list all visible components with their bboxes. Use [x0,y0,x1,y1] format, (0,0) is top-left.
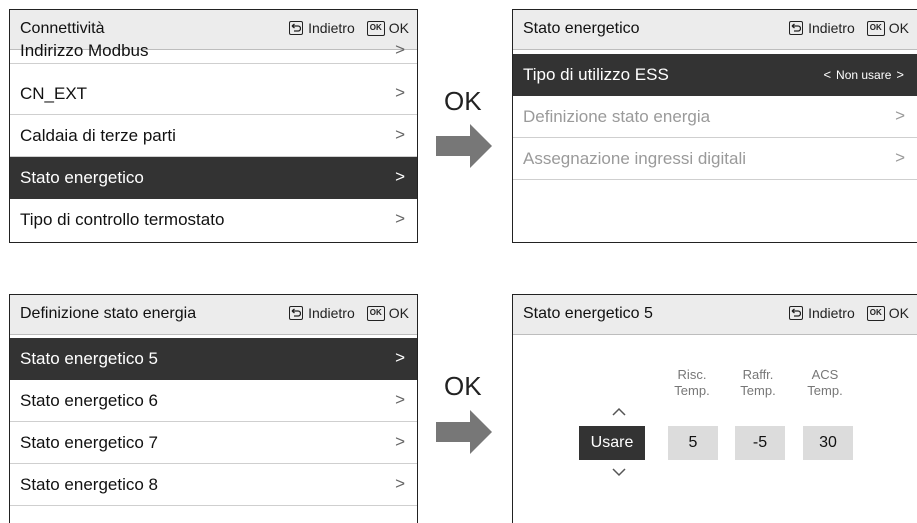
chevron-right-icon[interactable]: > [896,67,904,82]
list-item-stato-7[interactable]: Stato energetico 7 > [10,422,417,464]
header-buttons: Indietro OK OK [789,20,909,36]
ok-button-label[interactable]: OK [889,305,909,321]
back-button-label[interactable]: Indietro [808,20,855,36]
chevron-right-icon: > [395,348,405,367]
page-title: Stato energetico 5 [523,305,653,322]
panel-header: Stato energetico Indietro OK OK [513,10,917,50]
ok-button-label[interactable]: OK [389,305,409,321]
column-header-line: Temp. [807,383,843,398]
column-header-risc: Risc. Temp. [662,367,722,399]
list-item-label: Caldaia di terze parti [20,126,176,145]
list-item-definizione-stato[interactable]: Definizione stato energia > [513,96,917,138]
list-item-label: Indirizzo Modbus [20,41,149,60]
column-header-line: Temp. [674,383,710,398]
list-item-label: Assegnazione ingressi digitali [523,149,747,168]
ok-key-icon[interactable]: OK [366,305,385,321]
ok-key-icon[interactable]: OK [866,20,885,36]
back-icon[interactable] [289,306,304,320]
list-item-termostato[interactable]: Tipo di controllo termostato > [10,199,417,241]
list-item-assegnazione-ingressi[interactable]: Assegnazione ingressi digitali > [513,138,917,180]
list-item-label: Stato energetico 5 [20,349,158,368]
chevron-right-icon: > [395,40,405,59]
chevron-right-icon: > [395,125,405,144]
right-arrow-icon [436,124,492,168]
chevron-up-icon[interactable] [610,407,628,417]
header-buttons: Indietro OK OK [789,305,909,321]
column-header-line: Raffr. [742,367,774,382]
stato-energetico-panel: Stato energetico Indietro OK OK Tipo di … [512,9,917,243]
back-icon[interactable] [289,21,304,35]
acs-temp-value[interactable]: 30 [803,426,853,460]
back-button-label[interactable]: Indietro [808,305,855,321]
back-button-label[interactable]: Indietro [308,20,355,36]
column-header-raffr: Raffr. Temp. [728,367,788,399]
list-item-label: Stato energetico 7 [20,433,158,452]
column-header-acs: ACS Temp. [795,367,855,399]
chevron-right-icon: > [895,106,905,125]
list-item-caldaia[interactable]: Caldaia di terze parti > [10,115,417,157]
list-item-cn-ext[interactable]: CN_EXT > [10,73,417,115]
list-item-tipo-utilizzo-ess[interactable]: Tipo di utilizzo ESS < Non usare > [513,54,917,96]
stato-energetico-5-panel: Stato energetico 5 Indietro OK OK Risc. … [512,294,917,523]
list-item-stato-energetico[interactable]: Stato energetico > [10,157,417,199]
list-item-label: Tipo di controllo termostato [20,210,225,229]
connettivita-panel: Connettività Indietro OK OK Indirizzo Mo… [9,9,418,243]
chevron-right-icon: > [395,432,405,451]
column-header-line: Risc. [677,367,707,382]
panel-header: Definizione stato energia Indietro OK OK [10,295,417,335]
chevron-right-icon: > [395,474,405,493]
list-item-label: Stato energetico 6 [20,391,158,410]
ok-button-label[interactable]: OK [389,20,409,36]
header-buttons: Indietro OK OK [289,20,409,36]
definizione-stato-panel: Definizione stato energia Indietro OK OK… [9,294,418,523]
mode-value-usare[interactable]: Usare [579,426,645,460]
ok-button-label[interactable]: OK [889,20,909,36]
list-item-label: CN_EXT [20,84,88,103]
panel-header: Stato energetico 5 Indietro OK OK [513,295,917,335]
ok-step-label: OK [444,371,482,401]
page-title: Connettività [20,20,105,37]
right-arrow-icon [436,410,492,454]
ok-key-icon[interactable]: OK [866,305,885,321]
back-icon[interactable] [789,306,804,320]
chevron-right-icon: > [895,148,905,167]
ok-key-icon[interactable]: OK [366,20,385,36]
raffr-temp-value[interactable]: -5 [735,426,785,460]
chevron-right-icon: > [395,209,405,228]
list-item-label: Stato energetico [20,168,144,187]
chevron-right-icon: > [395,390,405,409]
back-button-label[interactable]: Indietro [308,305,355,321]
chevron-right-icon: > [395,167,405,186]
page-title: Stato energetico [523,20,640,37]
chevron-left-icon[interactable]: < [823,67,831,82]
page-title: Definizione stato energia [20,305,197,322]
list-item-indirizzo-modbus[interactable]: Indirizzo Modbus > [10,40,417,64]
column-header-line: ACS [811,367,839,382]
list-item-label: Stato energetico 8 [20,475,158,494]
ok-step-label: OK [444,86,482,116]
list-item-stato-5[interactable]: Stato energetico 5 > [10,338,417,380]
value-selector[interactable]: < Non usare > [818,67,909,82]
header-buttons: Indietro OK OK [289,305,409,321]
list-item-stato-8[interactable]: Stato energetico 8 > [10,464,417,506]
ess-value: Non usare [836,67,892,82]
list-item-stato-6[interactable]: Stato energetico 6 > [10,380,417,422]
chevron-down-icon[interactable] [610,467,628,477]
column-header-line: Temp. [740,383,776,398]
back-icon[interactable] [789,21,804,35]
list-item-label: Definizione stato energia [523,107,711,126]
list-item-label: Tipo di utilizzo ESS [523,65,669,84]
risc-temp-value[interactable]: 5 [668,426,718,460]
chevron-right-icon: > [395,83,405,102]
